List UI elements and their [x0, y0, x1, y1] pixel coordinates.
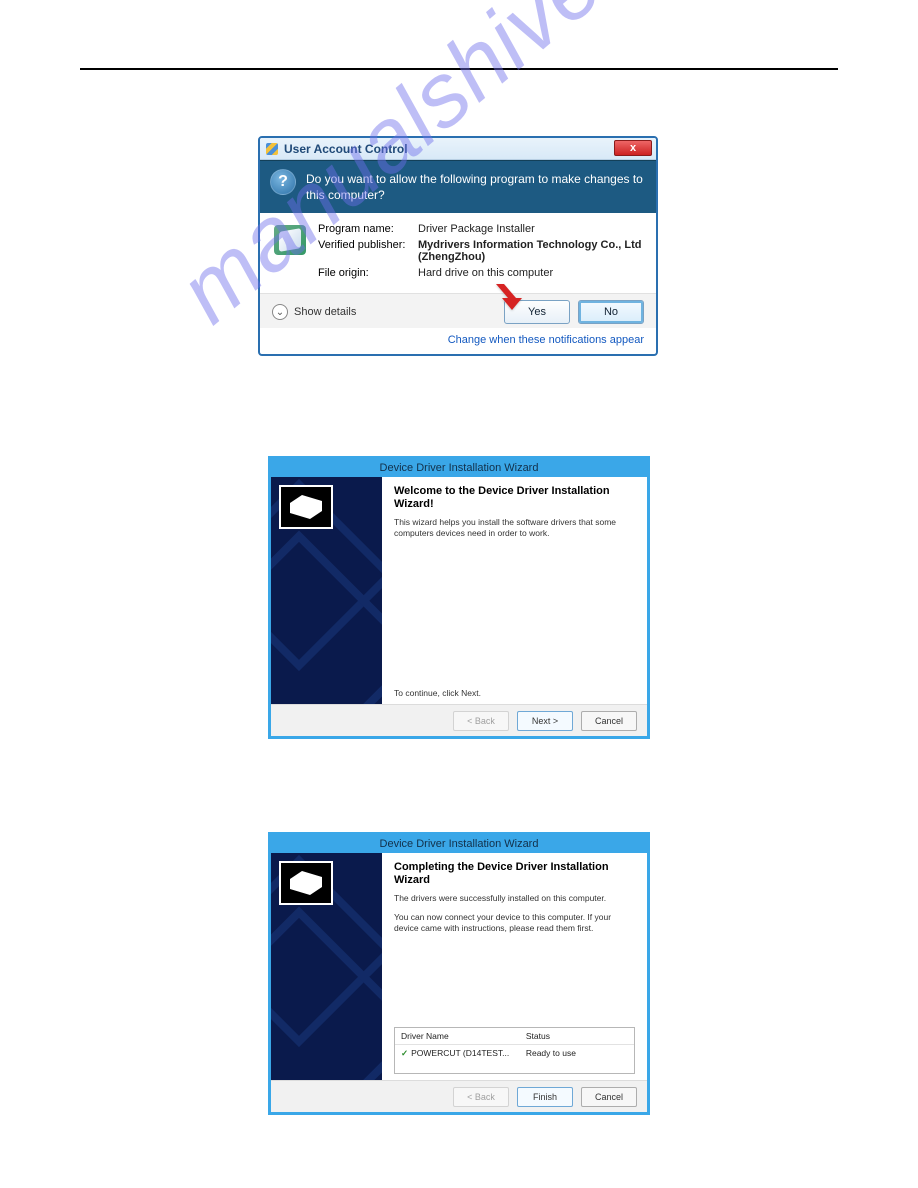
- driver-name-text: POWERCUT (D14TEST...: [411, 1048, 509, 1058]
- page-top-rule: [80, 68, 838, 70]
- table-row: ✓POWERCUT (D14TEST... Ready to use: [395, 1045, 634, 1073]
- label-file-origin: File origin:: [318, 267, 418, 279]
- cell-status: Ready to use: [526, 1048, 628, 1059]
- uac-buttons: Yes No: [504, 300, 644, 324]
- driver-table: Driver Name Status ✓POWERCUT (D14TEST...…: [394, 1027, 635, 1074]
- col-status: Status: [526, 1031, 628, 1041]
- value-program-name: Driver Package Installer: [418, 223, 642, 235]
- cancel-button[interactable]: Cancel: [581, 1087, 637, 1107]
- value-publisher: Mydrivers Information Technology Co., Lt…: [418, 239, 642, 263]
- col-driver-name: Driver Name: [401, 1031, 526, 1041]
- wizard-welcome-dialog: Device Driver Installation Wizard Welcom…: [268, 456, 650, 739]
- yes-button[interactable]: Yes: [504, 300, 570, 324]
- table-header: Driver Name Status: [395, 1028, 634, 1045]
- label-program-name: Program name:: [318, 223, 418, 235]
- question-shield-icon: ?: [270, 169, 296, 195]
- shield-icon: [266, 143, 278, 155]
- back-button: < Back: [453, 1087, 509, 1107]
- uac-title: User Account Control: [284, 142, 408, 156]
- uac-fields: Program name: Driver Package Installer V…: [318, 223, 642, 283]
- show-details-label: Show details: [294, 306, 356, 318]
- wizard-b-heading: Completing the Device Driver Installatio…: [394, 861, 635, 887]
- uac-body: Program name: Driver Package Installer V…: [260, 213, 656, 293]
- box-icon: [279, 861, 333, 905]
- wizard-b-content: Completing the Device Driver Installatio…: [382, 853, 647, 1080]
- uac-dialog: User Account Control x ? Do you want to …: [258, 136, 658, 356]
- next-button[interactable]: Next >: [517, 711, 573, 731]
- back-button: < Back: [453, 711, 509, 731]
- checkmark-icon: ✓: [401, 1048, 408, 1058]
- change-notifications-link[interactable]: Change when these notifications appear: [260, 328, 656, 354]
- value-file-origin: Hard drive on this computer: [418, 267, 642, 279]
- uac-footer: ⌄ Show details Yes No: [260, 293, 656, 328]
- wizard-a-title: Device Driver Installation Wizard: [271, 459, 647, 477]
- cell-driver-name: ✓POWERCUT (D14TEST...: [401, 1048, 526, 1059]
- wizard-sidebar-graphic: [271, 853, 382, 1080]
- wizard-a-continue: To continue, click Next.: [394, 688, 481, 698]
- box-icon: [279, 485, 333, 529]
- wizard-b-title: Device Driver Installation Wizard: [271, 835, 647, 853]
- wizard-b-footer: < Back Finish Cancel: [271, 1080, 647, 1112]
- chevron-down-icon: ⌄: [272, 304, 288, 320]
- cancel-button[interactable]: Cancel: [581, 711, 637, 731]
- wizard-sidebar-graphic: [271, 477, 382, 704]
- wizard-b-text1: The drivers were successfully installed …: [394, 893, 635, 904]
- uac-prompt-banner: ? Do you want to allow the following pro…: [260, 160, 656, 213]
- no-button[interactable]: No: [578, 300, 644, 324]
- installer-icon: [274, 225, 306, 255]
- wizard-a-heading: Welcome to the Device Driver Installatio…: [394, 485, 635, 511]
- wizard-a-content: Welcome to the Device Driver Installatio…: [382, 477, 647, 704]
- wizard-b-text2: You can now connect your device to this …: [394, 912, 635, 933]
- wizard-a-text: This wizard helps you install the softwa…: [394, 517, 635, 538]
- label-publisher: Verified publisher:: [318, 239, 418, 263]
- wizard-a-footer: < Back Next > Cancel: [271, 704, 647, 736]
- uac-titlebar: User Account Control x: [260, 138, 656, 160]
- close-button[interactable]: x: [614, 140, 652, 156]
- wizard-complete-dialog: Device Driver Installation Wizard Comple…: [268, 832, 650, 1115]
- uac-prompt-text: Do you want to allow the following progr…: [306, 172, 643, 202]
- finish-button[interactable]: Finish: [517, 1087, 573, 1107]
